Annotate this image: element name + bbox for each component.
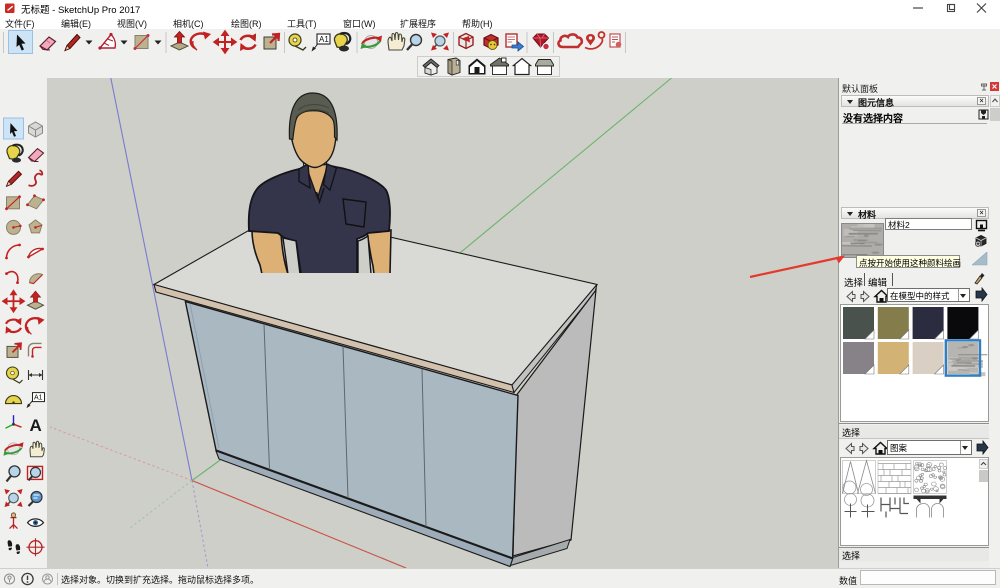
svg-text:A1: A1 [34,395,43,402]
svg-text:A1: A1 [319,35,329,44]
svg-text:A: A [30,416,42,435]
